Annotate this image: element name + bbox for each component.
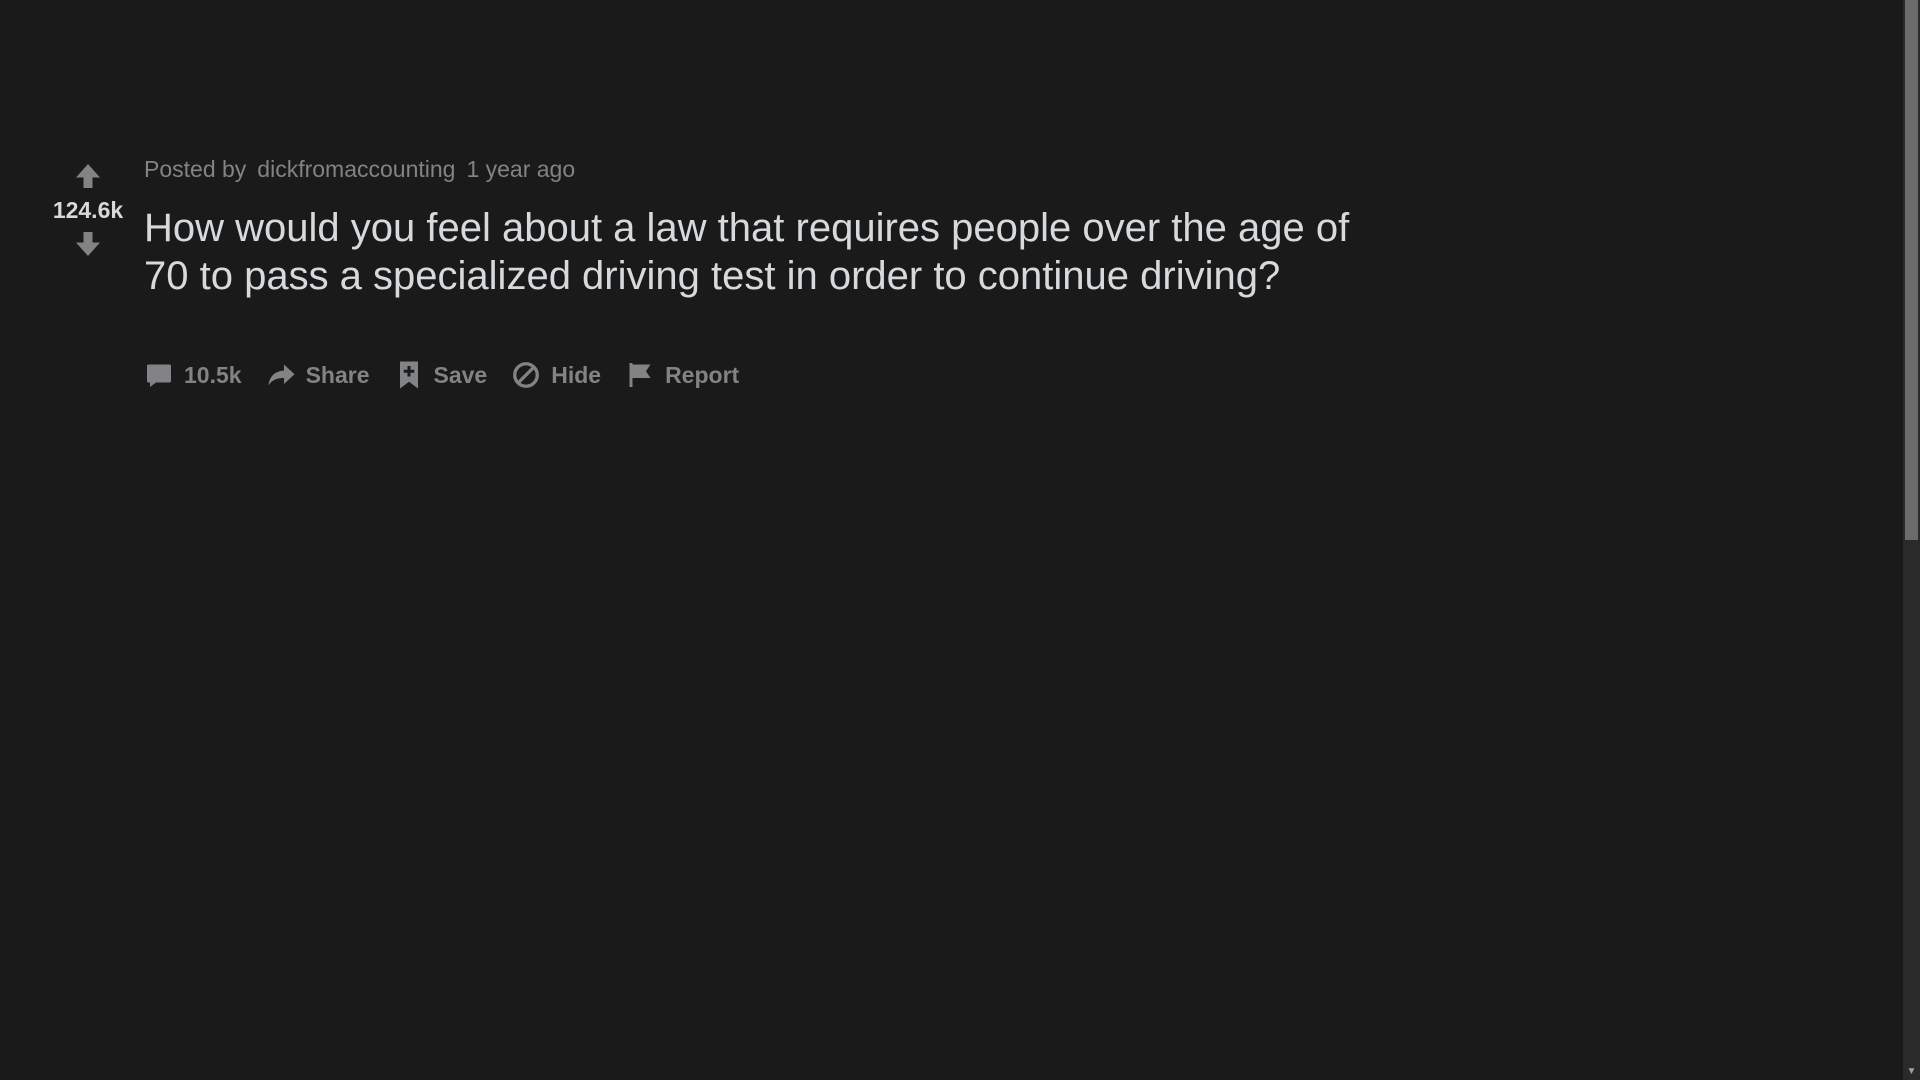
scroll-down-arrow-icon[interactable]: ▼ (1903, 1063, 1920, 1080)
scroll-thumb[interactable] (1905, 0, 1918, 540)
post-meta: Posted by dickfromaccounting 1 year ago (144, 150, 1384, 188)
report-label: Report (665, 361, 740, 388)
post-title[interactable]: How would you feel about a law that requ… (144, 204, 1384, 300)
share-icon (267, 364, 295, 386)
flag-icon (629, 363, 651, 387)
post-actions: 10.5k Share Save Hide Report (144, 360, 739, 390)
report-button[interactable]: Report (625, 360, 739, 390)
vote-column: 124.6k (40, 156, 136, 264)
upvote-button[interactable] (68, 156, 108, 196)
post-page: 124.6k Posted by dickfromaccounting 1 ye… (0, 0, 1920, 1080)
hide-label: Hide (551, 361, 602, 388)
vote-score: 124.6k (52, 197, 124, 223)
posted-by-label: Posted by (144, 156, 247, 182)
scrollbar[interactable]: ▲ ▼ (1903, 0, 1920, 1080)
post-content: Posted by dickfromaccounting 1 year ago … (144, 150, 1384, 300)
downvote-button[interactable] (68, 224, 108, 264)
comments-button[interactable]: 10.5k (144, 360, 242, 390)
bookmark-icon (399, 361, 418, 389)
share-label: Share (305, 361, 370, 388)
post-timestamp[interactable]: 1 year ago (466, 150, 575, 188)
arrow-up-icon (76, 164, 100, 188)
save-button[interactable]: Save (394, 360, 488, 390)
hide-button[interactable]: Hide (511, 360, 601, 390)
arrow-down-icon (76, 232, 100, 256)
comments-count: 10.5k (184, 361, 242, 388)
author-link[interactable]: dickfromaccounting (257, 150, 455, 188)
save-label: Save (433, 361, 488, 388)
share-button[interactable]: Share (266, 360, 370, 390)
hide-icon (513, 362, 540, 388)
comment-icon (147, 364, 171, 387)
